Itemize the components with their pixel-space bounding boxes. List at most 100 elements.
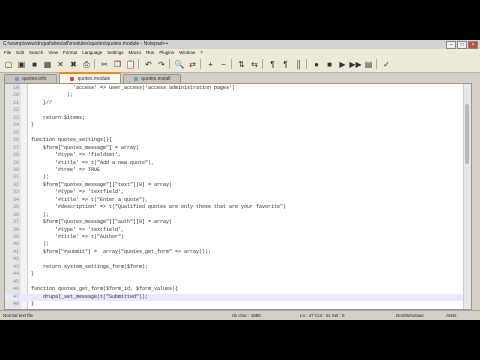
toolbar: ▢ ▣ ■ ▦ ✕ ✖ ⎙ ✂ ❐ 📋 ↶ ↷ 🔍 ⇄ + − ⇅ ⇆ ¶ ¶ ║ ● ■ ▶ ▶▶ ▤ ✓ bbox=[0, 56, 480, 73]
window-title-bar: C:\wamp\www\drupal\sites\all\modules\quo… bbox=[0, 40, 480, 49]
stop-macro-icon[interactable]: ■ bbox=[324, 59, 335, 70]
run-macro-multiple-icon[interactable]: ▶▶ bbox=[349, 59, 361, 70]
zoom-out-icon[interactable]: − bbox=[218, 59, 229, 70]
line-number: 21 bbox=[12, 99, 19, 106]
window-title: C:\wamp\www\drupal\sites\all\modules\quo… bbox=[3, 41, 169, 47]
code-line[interactable]: 43 return system_settings_form($form); bbox=[5, 264, 465, 271]
spell-check-icon[interactable]: ✓ bbox=[381, 59, 392, 70]
code-line[interactable]: 36 ); bbox=[5, 212, 465, 219]
code-line[interactable]: 25 bbox=[5, 130, 465, 137]
menu-window[interactable]: Window bbox=[179, 49, 195, 56]
line-number: 42 bbox=[12, 256, 19, 263]
minimize-button[interactable]: – bbox=[446, 41, 456, 49]
word-wrap-icon[interactable]: ¶ bbox=[267, 59, 278, 70]
new-file-icon[interactable]: ▢ bbox=[3, 59, 14, 70]
maximize-button[interactable]: □ bbox=[457, 41, 467, 49]
save-macro-icon[interactable]: ▤ bbox=[363, 59, 374, 70]
code-text: }// bbox=[31, 99, 53, 106]
code-line[interactable]: 28 '#type' => 'fieldset', bbox=[5, 152, 465, 159]
zoom-in-icon[interactable]: + bbox=[205, 59, 216, 70]
code-line[interactable]: 33 '#type' => 'textfield', bbox=[5, 189, 465, 196]
code-line[interactable]: 48} bbox=[5, 301, 465, 308]
close-all-icon[interactable]: ✖ bbox=[68, 59, 79, 70]
record-macro-icon[interactable]: ● bbox=[311, 59, 322, 70]
code-line[interactable]: 34 '#title' => t("Enter a quote"), bbox=[5, 197, 465, 204]
menu-format[interactable]: Format bbox=[63, 49, 77, 56]
line-number: 43 bbox=[12, 263, 19, 270]
code-line[interactable]: 30 '#tree' => TRUE bbox=[5, 167, 465, 174]
line-number: 37 bbox=[12, 219, 19, 226]
code-text: '#title' => t("Author") bbox=[31, 234, 125, 240]
code-line[interactable]: 32 $form["quotes_message"]["text"][0] = … bbox=[5, 182, 465, 189]
code-text: ); bbox=[31, 92, 74, 99]
menu-search[interactable]: Search bbox=[29, 49, 43, 56]
code-text: drupal_set_message(t("Submitted")); bbox=[31, 293, 149, 300]
menu-settings[interactable]: Settings bbox=[107, 49, 123, 56]
menu-file[interactable]: File bbox=[4, 49, 11, 56]
menu-help[interactable]: ? bbox=[200, 49, 203, 56]
all-chars-icon[interactable]: ¶ bbox=[280, 59, 291, 70]
sync-h-icon[interactable]: ⇆ bbox=[249, 59, 260, 70]
code-line[interactable]: 41 $form["#submit"] = array("quotes_get_… bbox=[5, 249, 465, 256]
code-line[interactable]: 27 $form["quotes_message"] = array( bbox=[5, 145, 465, 152]
menu-view[interactable]: View bbox=[48, 49, 58, 56]
open-file-icon[interactable]: ▣ bbox=[16, 59, 27, 70]
code-line[interactable]: 40 ); bbox=[5, 241, 465, 248]
paste-icon[interactable]: 📋 bbox=[125, 59, 136, 70]
code-text: $form["#submit"] = array("quotes_get_for… bbox=[31, 248, 212, 255]
code-line[interactable]: 46 function quotes_get_form($form_id, $fo… bbox=[5, 286, 465, 293]
code-line[interactable]: 20 ); bbox=[5, 92, 465, 99]
code-line[interactable]: 45 bbox=[5, 279, 465, 286]
close-button[interactable]: × bbox=[468, 41, 478, 49]
indent-guide-icon[interactable]: ║ bbox=[293, 59, 304, 70]
copy-icon[interactable]: ❐ bbox=[112, 59, 123, 70]
find-icon[interactable]: 🔍 bbox=[174, 59, 185, 70]
code-line[interactable]: 31 ); bbox=[5, 174, 465, 181]
undo-icon[interactable]: ↶ bbox=[143, 59, 154, 70]
code-editor[interactable]: 19 'access' => user_access('access admin… bbox=[4, 83, 472, 310]
cut-icon[interactable]: ✂ bbox=[99, 59, 110, 70]
menu-macro[interactable]: Macro bbox=[129, 49, 142, 56]
print-icon[interactable]: ⎙ bbox=[81, 59, 92, 70]
code-text: '#type' => 'fieldset', bbox=[31, 152, 122, 159]
code-line[interactable]: 23 return $items; bbox=[5, 115, 465, 122]
sync-v-icon[interactable]: ⇅ bbox=[236, 59, 247, 70]
menu-plugins[interactable]: Plugins bbox=[159, 49, 174, 56]
replace-icon[interactable]: ⇄ bbox=[187, 59, 198, 70]
line-number: 23 bbox=[12, 114, 19, 121]
file-icon bbox=[70, 76, 75, 81]
line-number: 28 bbox=[12, 152, 19, 159]
code-line[interactable]: 38 '#type' => 'textfield', bbox=[5, 227, 465, 234]
code-line[interactable]: 29 '#title' => t("Add a new quote"), bbox=[5, 160, 465, 167]
code-line[interactable]: 42 bbox=[5, 256, 465, 263]
save-all-icon[interactable]: ▦ bbox=[42, 59, 53, 70]
code-line[interactable]: 39 '#title' => t("Author") bbox=[5, 234, 465, 241]
line-number: 30 bbox=[12, 166, 19, 173]
code-line[interactable]: 24} bbox=[5, 122, 465, 129]
tab-quotes-install[interactable]: quotes.install bbox=[123, 74, 182, 83]
tab-quotes-module[interactable]: quotes.module bbox=[59, 72, 122, 83]
current-code-line[interactable]: 47 drupal_set_message(t("Submitted")); bbox=[5, 293, 465, 302]
code-line[interactable]: 19 'access' => user_access('access admin… bbox=[5, 85, 465, 92]
menu-run[interactable]: Run bbox=[146, 49, 154, 56]
code-line[interactable]: 26 function quotes_settings(){ bbox=[5, 137, 465, 144]
code-text: 'access' => user_access('access administ… bbox=[31, 85, 236, 91]
scrollbar-thumb[interactable] bbox=[465, 104, 469, 164]
code-line[interactable]: 37 $form["quotes_message"]["auth"][0] = … bbox=[5, 219, 465, 226]
save-icon[interactable]: ■ bbox=[29, 59, 40, 70]
close-file-icon[interactable]: ✕ bbox=[55, 59, 66, 70]
code-line[interactable]: 22 bbox=[5, 107, 465, 114]
toolbar-separator bbox=[262, 59, 265, 69]
menu-language[interactable]: Language bbox=[82, 49, 102, 56]
code-line[interactable]: 35 '#description' => t("Qualified quotes… bbox=[5, 204, 465, 211]
menu-edit[interactable]: Edit bbox=[16, 49, 24, 56]
toolbar-separator bbox=[306, 59, 309, 69]
play-macro-icon[interactable]: ▶ bbox=[337, 59, 348, 70]
code-line[interactable]: 44} bbox=[5, 271, 465, 278]
tab-quotes-info[interactable]: quotes.info bbox=[4, 74, 58, 83]
redo-icon[interactable]: ↷ bbox=[156, 59, 167, 70]
vertical-scrollbar[interactable] bbox=[463, 84, 471, 309]
code-line[interactable]: 21 }// bbox=[5, 100, 465, 107]
toolbar-separator bbox=[200, 59, 203, 69]
tab-label: quotes.module bbox=[77, 75, 111, 82]
